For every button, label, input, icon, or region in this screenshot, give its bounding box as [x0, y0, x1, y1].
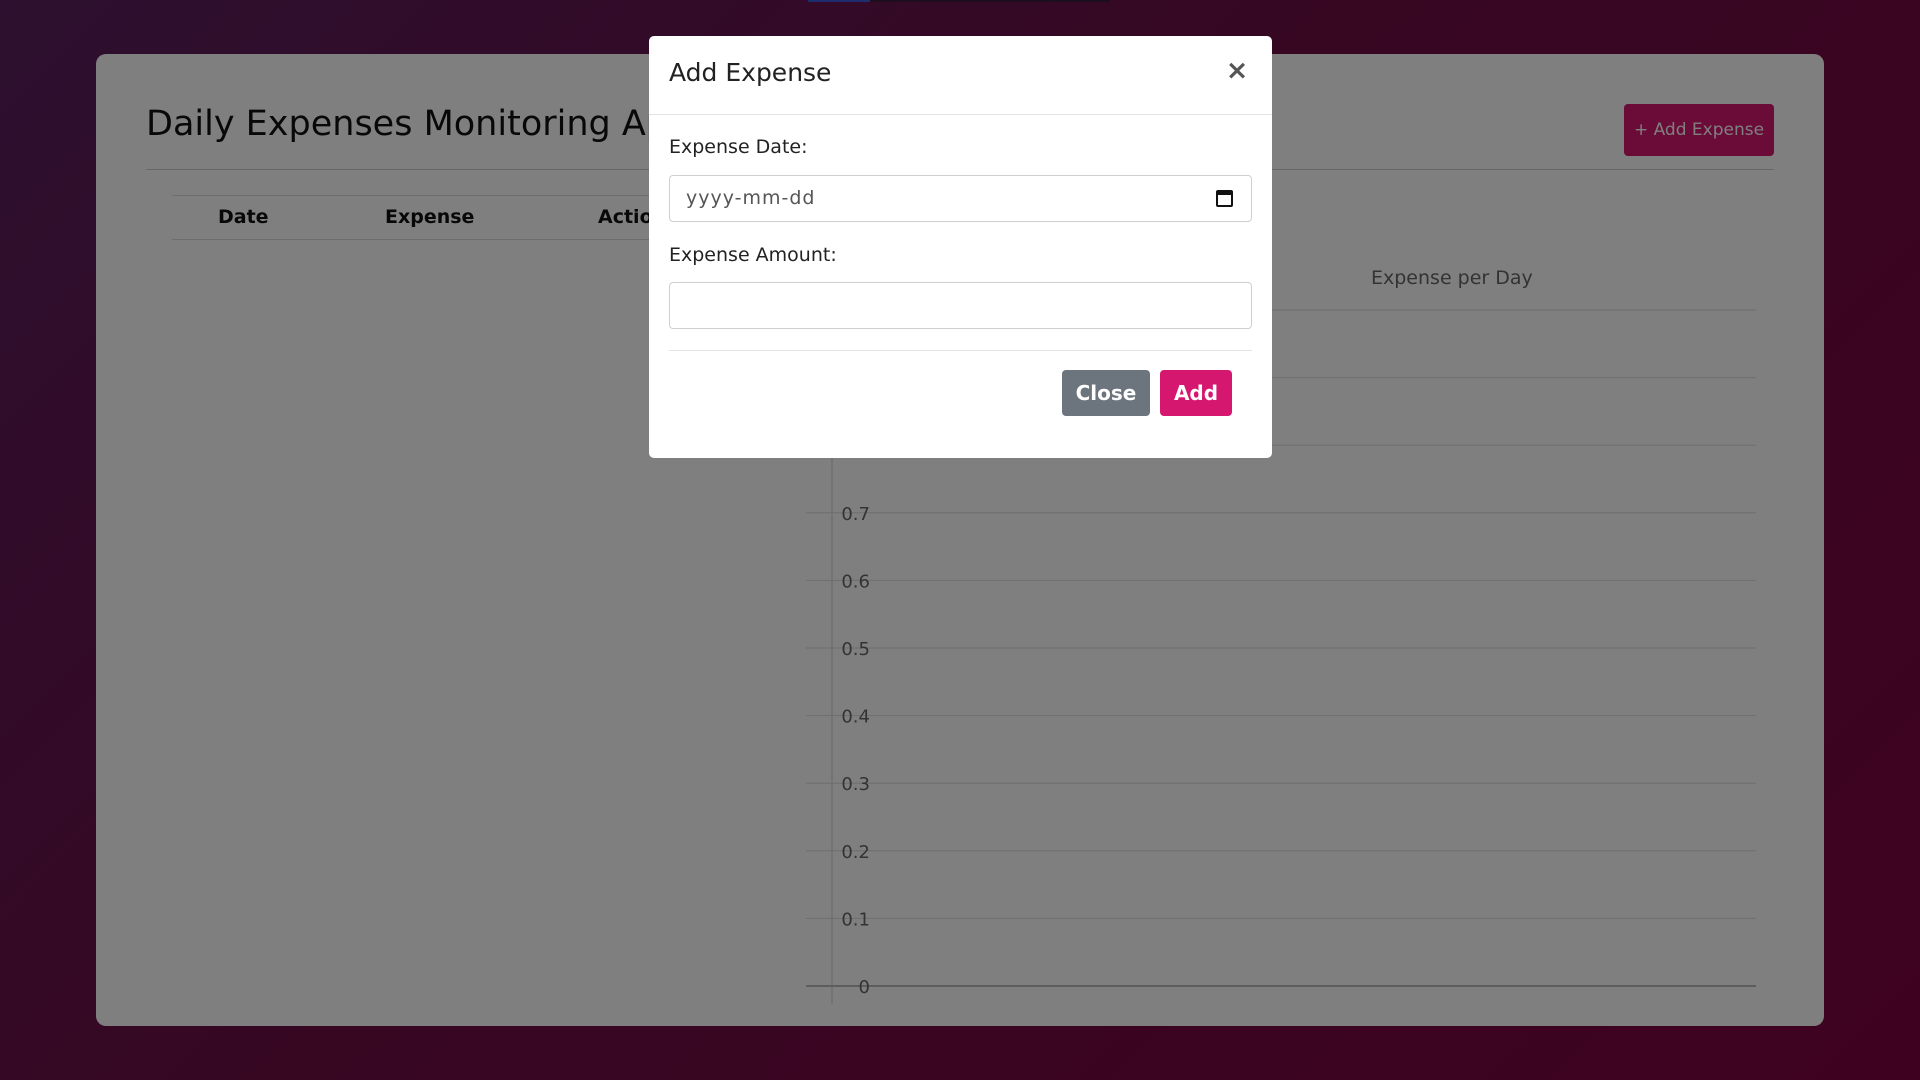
- close-button[interactable]: Close: [1062, 370, 1150, 416]
- close-icon[interactable]: ×: [1222, 56, 1252, 86]
- add-button[interactable]: Add: [1160, 370, 1232, 416]
- modal-title: Add Expense: [669, 58, 832, 87]
- modal-header: Add Expense ×: [649, 36, 1272, 115]
- add-expense-modal: Add Expense × Expense Date: yyyy-mm-dd E…: [649, 36, 1272, 458]
- expense-amount-input[interactable]: [669, 282, 1252, 329]
- expense-amount-label: Expense Amount:: [669, 244, 837, 266]
- expense-date-label: Expense Date:: [669, 136, 808, 158]
- modal-footer-divider: [669, 350, 1252, 351]
- calendar-icon[interactable]: [1216, 190, 1233, 207]
- expense-date-input[interactable]: yyyy-mm-dd: [669, 175, 1252, 222]
- date-placeholder: yyyy-mm-dd: [686, 187, 816, 209]
